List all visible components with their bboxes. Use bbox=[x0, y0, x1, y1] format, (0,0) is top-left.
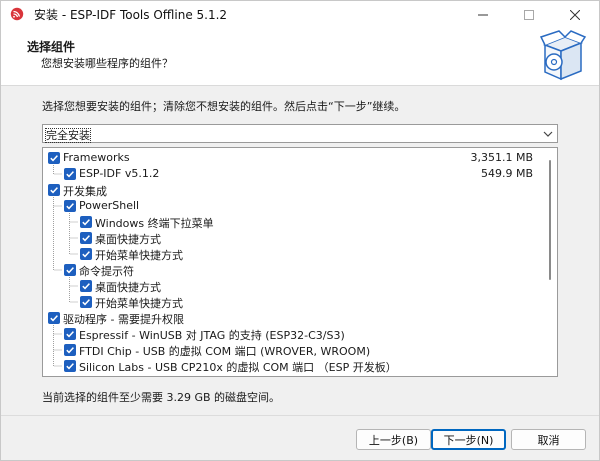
component-item[interactable]: FTDI Chip - USB 的虚拟 COM 端口 (WROVER, WROO… bbox=[43, 342, 543, 358]
component-checkbox[interactable] bbox=[64, 328, 76, 340]
component-item[interactable]: 桌面快捷方式 bbox=[43, 278, 543, 294]
page-title: 选择组件 bbox=[27, 40, 76, 54]
wizard-header: 选择组件 您想安装哪些程序的组件？ bbox=[1, 29, 599, 86]
checkmark-icon bbox=[50, 155, 58, 162]
checkmark-icon bbox=[82, 235, 90, 242]
checkmark-icon bbox=[50, 187, 58, 194]
component-checkbox[interactable] bbox=[80, 296, 92, 308]
component-size: 3,351.1 MB bbox=[470, 151, 533, 164]
component-checkbox[interactable] bbox=[48, 152, 60, 164]
component-item[interactable]: ESP-IDF v5.1.2 549.9 MB bbox=[43, 166, 543, 182]
component-item[interactable]: Frameworks 3,351.1 MB bbox=[43, 150, 543, 166]
back-button[interactable]: 上一步(B) bbox=[356, 429, 431, 450]
component-checkbox[interactable] bbox=[48, 312, 60, 324]
close-icon bbox=[570, 10, 580, 20]
component-item[interactable]: PowerShell bbox=[43, 198, 543, 214]
checkmark-icon bbox=[82, 299, 90, 306]
checkmark-icon bbox=[66, 203, 74, 210]
component-checkbox[interactable] bbox=[64, 168, 76, 180]
component-checkbox[interactable] bbox=[80, 232, 92, 244]
component-item[interactable]: 开始菜单快捷方式 bbox=[43, 246, 543, 262]
component-item[interactable]: 桌面快捷方式 bbox=[43, 230, 543, 246]
component-item[interactable]: 命令提示符 bbox=[43, 262, 543, 278]
component-item[interactable]: 驱动程序 - 需要提升权限 bbox=[43, 310, 543, 326]
installer-package-icon bbox=[539, 30, 587, 81]
scrollbar-thumb[interactable] bbox=[549, 160, 551, 280]
component-label: PowerShell bbox=[79, 199, 140, 212]
component-label: Frameworks bbox=[63, 151, 130, 164]
component-checkbox[interactable] bbox=[80, 280, 92, 292]
checkmark-icon bbox=[82, 219, 90, 226]
next-button[interactable]: 下一步(N) bbox=[431, 429, 506, 450]
component-label: Silicon Labs - USB CP210x 的虚拟 COM 端口 （ES… bbox=[79, 361, 397, 374]
component-label: 桌面快捷方式 bbox=[95, 281, 161, 294]
component-checkbox[interactable] bbox=[80, 216, 92, 228]
component-size: 549.9 MB bbox=[480, 167, 533, 180]
component-item[interactable]: Windows 终端下拉菜单 bbox=[43, 214, 543, 230]
cancel-button[interactable]: 取消 bbox=[511, 429, 586, 450]
page-subtitle: 您想安装哪些程序的组件？ bbox=[41, 57, 173, 70]
component-label: Espressif - WinUSB 对 JTAG 的支持 (ESP32-C3/… bbox=[79, 329, 345, 342]
checkmark-icon bbox=[66, 363, 74, 370]
component-label: Windows 终端下拉菜单 bbox=[95, 217, 214, 230]
component-label: 开始菜单快捷方式 bbox=[95, 297, 183, 310]
install-type-value: 完全安装 bbox=[45, 128, 91, 143]
minimize-button[interactable] bbox=[460, 1, 506, 29]
component-checkbox[interactable] bbox=[80, 248, 92, 260]
component-item[interactable]: 开始菜单快捷方式 bbox=[43, 294, 543, 310]
checkmark-icon bbox=[82, 251, 90, 258]
component-item[interactable]: Espressif - WinUSB 对 JTAG 的支持 (ESP32-C3/… bbox=[43, 326, 543, 342]
component-checkbox[interactable] bbox=[48, 184, 60, 196]
instruction-text: 选择您想要安装的组件；清除您不想安装的组件。然后点击“下一步”继续。 bbox=[42, 100, 406, 113]
component-checkbox[interactable] bbox=[64, 200, 76, 212]
component-label: 开发集成 bbox=[63, 185, 107, 198]
footer-divider bbox=[1, 415, 599, 416]
checkmark-icon bbox=[66, 331, 74, 338]
window-title: 安装 - ESP-IDF Tools Offline 5.1.2 bbox=[34, 8, 228, 22]
component-label: ESP-IDF v5.1.2 bbox=[79, 167, 160, 180]
chevron-down-icon bbox=[543, 131, 553, 137]
component-checkbox[interactable] bbox=[64, 344, 76, 356]
maximize-button[interactable] bbox=[506, 1, 552, 29]
component-label: 命令提示符 bbox=[79, 265, 134, 278]
install-type-select[interactable]: 完全安装 bbox=[42, 124, 558, 143]
espressif-logo-icon bbox=[10, 7, 24, 21]
component-item[interactable]: Silicon Labs - USB CP210x 的虚拟 COM 端口 （ES… bbox=[43, 358, 543, 374]
component-label: 开始菜单快捷方式 bbox=[95, 249, 183, 262]
tree-scrollbar[interactable] bbox=[543, 148, 557, 376]
checkmark-icon bbox=[50, 315, 58, 322]
component-label: FTDI Chip - USB 的虚拟 COM 端口 (WROVER, WROO… bbox=[79, 345, 371, 358]
close-button[interactable] bbox=[552, 1, 598, 29]
component-checkbox[interactable] bbox=[64, 360, 76, 372]
maximize-icon bbox=[524, 10, 534, 20]
title-bar[interactable]: 安装 - ESP-IDF Tools Offline 5.1.2 bbox=[1, 1, 599, 29]
minimize-icon bbox=[478, 14, 488, 16]
component-item[interactable]: 开发集成 bbox=[43, 182, 543, 198]
installer-window: 安装 - ESP-IDF Tools Offline 5.1.2 选择组件 您想… bbox=[0, 0, 600, 461]
component-label: 驱动程序 - 需要提升权限 bbox=[63, 313, 184, 326]
checkmark-icon bbox=[82, 283, 90, 290]
disk-space-text: 当前选择的组件至少需要 3.29 GB 的磁盘空间。 bbox=[42, 391, 281, 404]
checkmark-icon bbox=[66, 267, 74, 274]
component-checkbox[interactable] bbox=[64, 264, 76, 276]
component-label: 桌面快捷方式 bbox=[95, 233, 161, 246]
checkmark-icon bbox=[66, 347, 74, 354]
components-tree[interactable]: Frameworks 3,351.1 MB ESP-IDF v5.1.2 549.9 … bbox=[42, 147, 558, 377]
checkmark-icon bbox=[66, 171, 74, 178]
